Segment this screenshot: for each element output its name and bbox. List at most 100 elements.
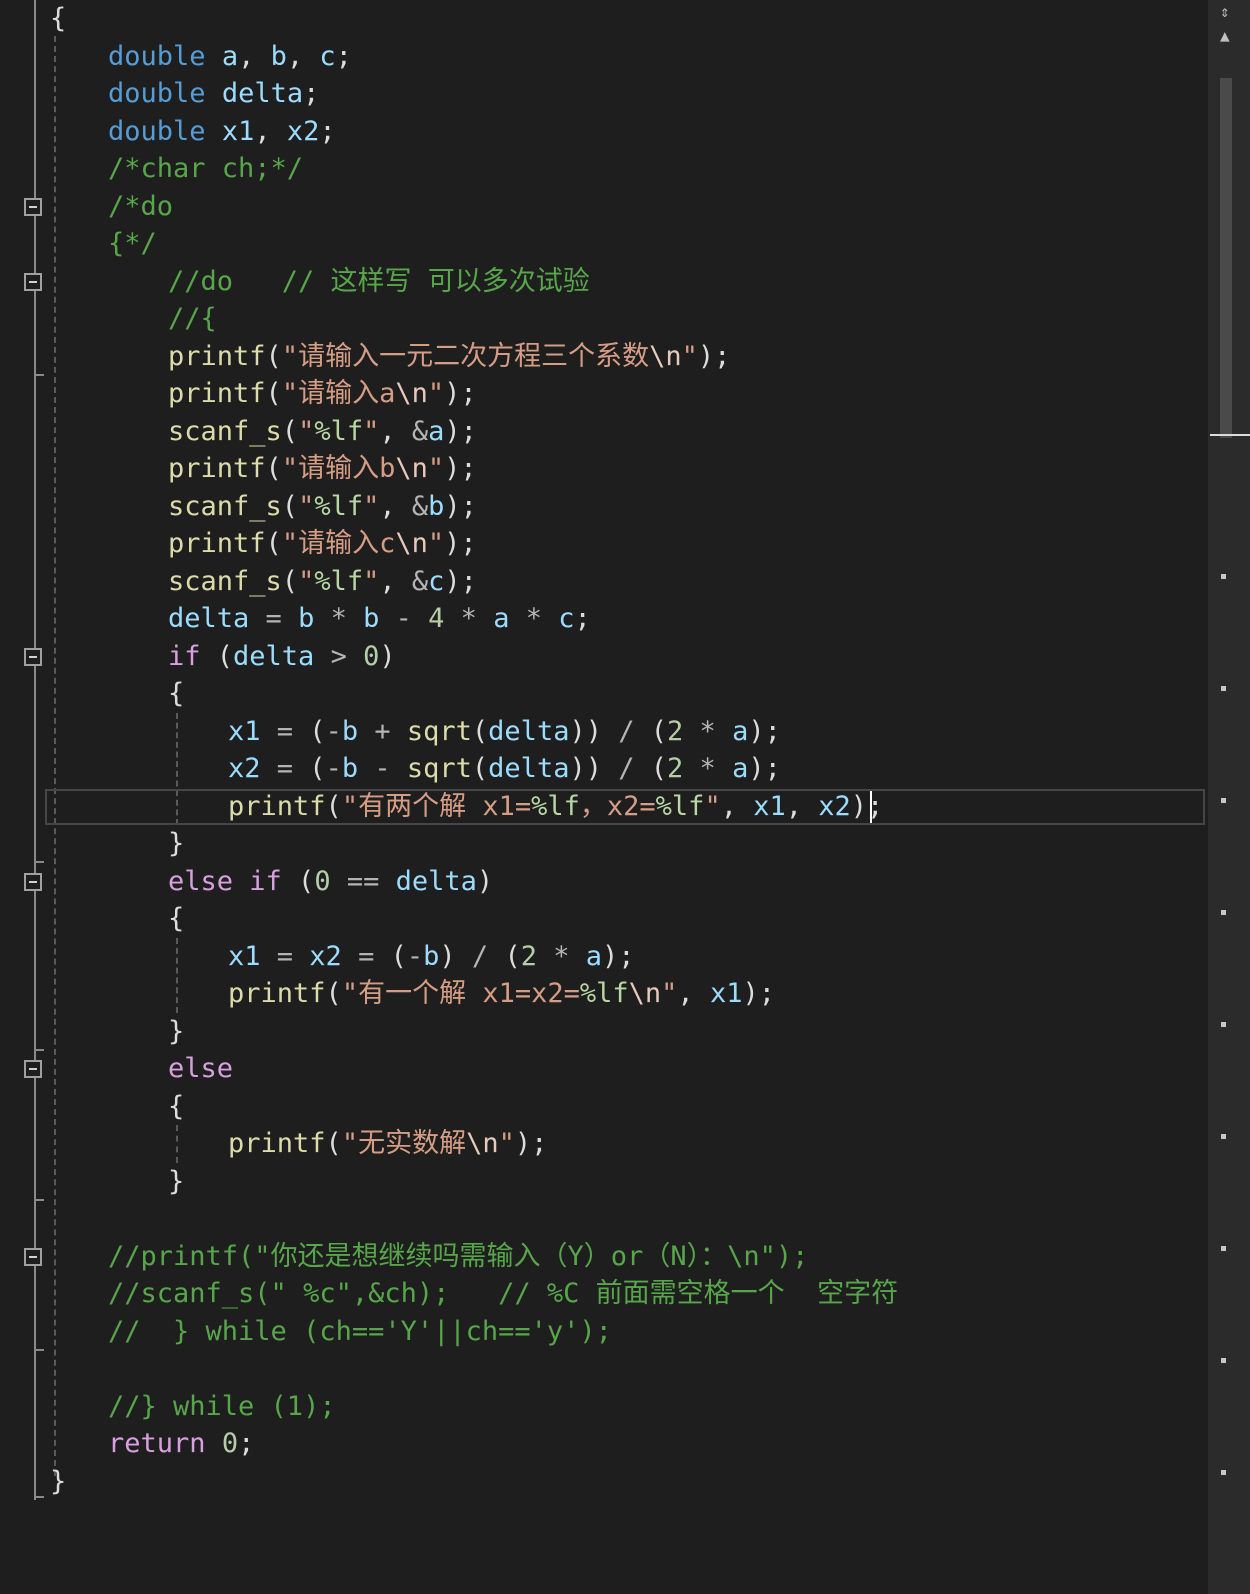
code-line[interactable]: //scanf_s(" %c",&ch); // %C 前面需空格一个 空字符 [108,1275,898,1313]
code-line[interactable]: x1 = x2 = (-b) / (2 * a); [228,938,635,976]
code-token: b [298,603,315,634]
code-token: " [704,790,721,822]
code-line[interactable]: delta = b * b - 4 * a * c; [168,600,591,638]
code-line[interactable]: //printf("你还是想继续吗需输入（Y）or（N）：\n"); [108,1238,808,1276]
code-token: x1 [753,790,786,822]
code-line[interactable]: double delta; [108,75,319,113]
code-token: sqrt [406,753,472,784]
code-token: a [493,603,510,634]
code-line[interactable]: x2 = (-b - sqrt(delta)) / (2 * a); [228,750,781,788]
code-token: if [168,640,201,672]
code-token: - [406,940,424,972]
code-token: "无实数解 [341,1128,467,1159]
code-area[interactable]: { double a, b, c; double delta; double x1, … [0,0,1208,1594]
code-token: } [50,1465,67,1497]
code-token: { [168,903,185,934]
code-token: delta [233,640,315,672]
code-line[interactable]: printf("请输入一元二次方程三个系数\n"); [168,338,730,376]
code-line[interactable]: x1 = (-b + sqrt(delta)) / (2 * a); [228,713,781,751]
code-token: * [509,603,559,634]
code-token: / [601,753,651,784]
code-line[interactable]: { [50,0,66,38]
scrollbar-mark [1221,686,1226,691]
code-token: printf [168,378,266,409]
code-token: %lf [314,565,364,597]
scrollbar-thumb[interactable] [1220,78,1232,438]
code-token: 2 [667,715,684,747]
code-token: ( [281,565,299,597]
code-token: {*/ [108,228,157,259]
code-token: ( [325,978,342,1009]
code-token: double [108,78,206,109]
code-line[interactable]: double a, b, c; [108,38,352,76]
code-line[interactable]: //do // 这样写 可以多次试验 [168,263,590,301]
code-token: ); [444,490,477,522]
code-token: b [341,715,359,747]
code-line[interactable]: return 0; [108,1425,254,1463]
code-token: 2 [667,753,684,784]
code-token: / [601,715,651,747]
scrollbar-mark [1221,1134,1226,1139]
code-token: %lf [314,490,364,522]
code-line[interactable]: /*do [108,188,173,226]
vertical-scrollbar[interactable]: ⇕ ▲ [1208,0,1250,1594]
code-line[interactable]: scanf_s("%lf", &a); [168,413,477,451]
code-line[interactable]: else if (0 == delta) [168,863,493,901]
code-line[interactable]: scanf_s("%lf", &c); [168,563,477,601]
split-icon[interactable]: ⇕ [1220,4,1230,20]
code-token: ( [504,940,521,972]
code-editor[interactable]: { double a, b, c; double delta; double x1, … [0,0,1250,1594]
code-token: printf [168,528,266,559]
code-token: )) [569,753,602,784]
code-token: ，x2= [579,790,656,822]
code-line[interactable]: //} while (1); [108,1388,336,1426]
code-token: ( [281,415,299,447]
code-token: delta [395,865,477,897]
code-line[interactable]: // } while (ch=='Y'||ch=='y'); [108,1313,612,1351]
code-line[interactable]: if (delta > 0) [168,638,396,676]
code-line[interactable]: { [168,1088,184,1126]
code-token: ( [325,1128,342,1159]
code-token: printf [168,340,266,372]
code-line[interactable]: {*/ [108,225,157,263]
code-token: " [427,378,445,409]
code-line[interactable]: } [168,825,184,863]
code-line[interactable]: printf("请输入c\n"); [168,525,477,563]
code-token: { [168,678,185,709]
code-line[interactable]: printf("有两个解 x1=%lf，x2=%lf", x1, x2); [228,788,883,826]
code-token: " [363,565,380,597]
code-token: ( [309,753,326,784]
code-token: 0 [314,865,331,897]
code-line[interactable]: /*char ch;*/ [108,150,303,188]
scroll-up-arrow-icon[interactable]: ▲ [1220,28,1230,44]
code-line[interactable]: //{ [168,300,217,338]
code-line[interactable]: } [168,1163,184,1201]
code-token: ); [602,940,635,972]
code-token: / [455,940,505,972]
code-line[interactable]: { [168,675,184,713]
code-token: //{ [168,303,217,334]
code-line[interactable]: { [168,900,184,938]
code-token: a [221,40,239,72]
code-line[interactable]: printf("请输入a\n"); [168,375,477,413]
code-line[interactable]: printf("无实数解\n"); [228,1125,547,1163]
code-line[interactable]: } [50,1463,66,1501]
code-line[interactable]: } [168,1013,184,1051]
code-line[interactable]: else [168,1050,233,1088]
code-line[interactable]: printf("请输入b\n"); [168,450,477,488]
scrollbar-mark [1221,798,1226,803]
scrollbar-caret-mark [1210,434,1250,436]
code-token: ( [281,865,315,897]
code-token: //scanf_s(" %c",&ch); // %C 前面需空格一个 空字符 [108,1278,899,1309]
code-line[interactable]: printf("有一个解 x1=x2=%lf\n", x1); [228,975,775,1013]
code-line[interactable]: double x1, x2; [108,113,336,151]
code-token: ( [390,940,407,972]
code-line[interactable]: scanf_s("%lf", &b); [168,488,477,526]
code-token: = [341,940,391,972]
code-token: ( [471,753,489,784]
code-token: = [260,715,310,747]
code-token: " [498,1128,515,1159]
